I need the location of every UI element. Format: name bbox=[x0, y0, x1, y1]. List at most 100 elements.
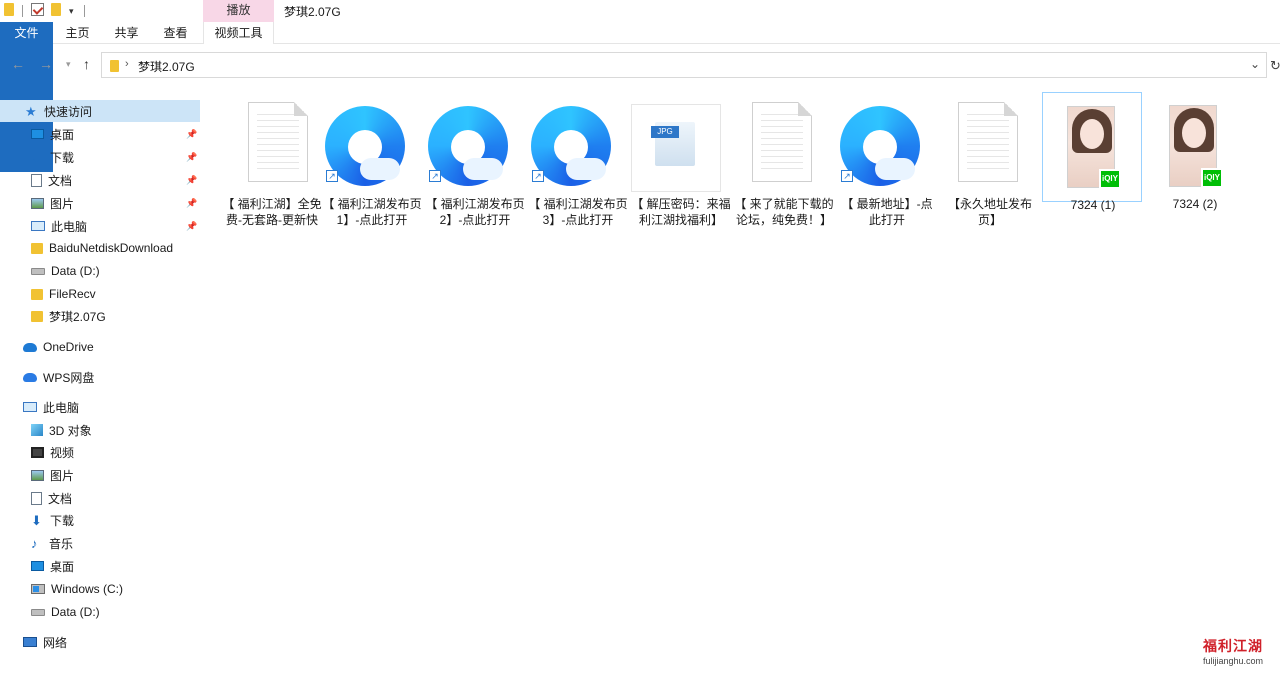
tab-video-tools[interactable]: 视频工具 bbox=[203, 22, 274, 44]
sidebar-item-label: BaiduNetdiskDownload bbox=[49, 241, 174, 255]
sidebar-item-label: 3D 对象 bbox=[49, 423, 92, 438]
document-icon bbox=[31, 173, 42, 187]
tab-view[interactable]: 查看 bbox=[151, 22, 200, 44]
address-bar[interactable]: › 梦琪2.07G ⌄ bbox=[101, 52, 1267, 78]
sidebar-item-pictures-pc[interactable]: 图片 bbox=[0, 464, 200, 486]
music-icon: ♪ bbox=[31, 535, 38, 551]
pin-icon[interactable]: 📌 bbox=[186, 129, 197, 140]
file-item[interactable]: 【 来了就能下载的论坛，纯免费！】 bbox=[734, 92, 834, 242]
video-thumbnail: iQIY bbox=[1043, 101, 1143, 189]
sidebar-item-documents-pc[interactable]: 文档 bbox=[0, 487, 200, 509]
separator bbox=[22, 3, 23, 19]
customize-quick-access-dropdown[interactable]: ▾ bbox=[69, 3, 74, 19]
computer-icon bbox=[23, 402, 37, 412]
chevron-right-icon[interactable]: › bbox=[125, 58, 129, 70]
drive-icon bbox=[31, 608, 45, 616]
file-name: 【 福利江湖发布页3】-点此打开 bbox=[528, 197, 628, 227]
file-item[interactable]: ↗ 【 福利江湖发布页2】-点此打开 bbox=[425, 92, 525, 242]
properties-icon[interactable] bbox=[31, 3, 44, 16]
file-item[interactable]: ↗ 【 福利江湖发布页1】-点此打开 bbox=[322, 92, 422, 242]
back-arrow-icon[interactable]: ← bbox=[11, 56, 25, 72]
sidebar-item-label: Data (D:) bbox=[51, 605, 100, 619]
title-bar: ▾ 播放 梦琪2.07G bbox=[0, 0, 1280, 22]
file-item[interactable]: ↗ 【 福利江湖发布页3】-点此打开 bbox=[528, 92, 628, 242]
sidebar-item-windows-c[interactable]: Windows (C:) bbox=[0, 578, 200, 600]
sidebar-item-quick-access[interactable]: ★ 快速访问 bbox=[0, 100, 200, 122]
sidebar-item-pictures[interactable]: 图片 📌 bbox=[0, 192, 200, 214]
file-item-selected[interactable]: iQIY 7324 (1) bbox=[1042, 92, 1143, 212]
recent-locations-chevron-icon[interactable]: ▾ bbox=[66, 59, 71, 70]
sidebar-item-this-pc[interactable]: 此电脑 bbox=[0, 396, 200, 418]
shortcut-arrow-icon: ↗ bbox=[429, 170, 441, 182]
file-item[interactable]: 【 福利江湖】全免费-无套路-更新快 bbox=[222, 92, 322, 242]
sidebar-item-documents[interactable]: 文档 📌 bbox=[0, 169, 200, 191]
up-arrow-icon[interactable]: ↑ bbox=[83, 56, 90, 72]
sidebar-item-network[interactable]: 网络 bbox=[0, 631, 200, 653]
file-name: 【 福利江湖发布页1】-点此打开 bbox=[322, 197, 422, 227]
file-item[interactable]: iQIY 7324 (2) bbox=[1145, 92, 1245, 242]
sidebar-item-onedrive[interactable]: OneDrive bbox=[0, 336, 200, 358]
sidebar-item-label: 下载 bbox=[50, 150, 75, 165]
onedrive-icon bbox=[23, 342, 37, 352]
forward-arrow-icon[interactable]: → bbox=[39, 56, 53, 72]
pin-icon[interactable]: 📌 bbox=[186, 221, 197, 232]
file-item[interactable]: 【永久地址发布页】 bbox=[940, 92, 1040, 242]
sidebar-item-label: 此电脑 bbox=[51, 219, 88, 234]
navigation-bar: ← → ▾ ↑ › 梦琪2.07G ⌄ bbox=[0, 50, 1280, 80]
browser-icon: ↗ bbox=[322, 100, 422, 188]
sidebar-item-wps-cloud[interactable]: WPS网盘 bbox=[0, 366, 200, 388]
video-thumbnail: iQIY bbox=[1145, 100, 1245, 188]
sidebar-item-videos[interactable]: 视频 bbox=[0, 441, 200, 463]
file-name: 【 福利江湖】全免费-无套路-更新快 bbox=[222, 197, 322, 227]
pictures-icon bbox=[31, 469, 44, 481]
download-icon: ⬇ bbox=[31, 149, 42, 165]
sidebar-item-baidunetdisk[interactable]: BaiduNetdiskDownload bbox=[0, 237, 200, 259]
windows-drive-icon bbox=[31, 584, 45, 594]
sidebar-item-label: 桌面 bbox=[50, 559, 75, 574]
star-icon: ★ bbox=[25, 103, 37, 119]
shortcut-arrow-icon: ↗ bbox=[326, 170, 338, 182]
sidebar-item-downloads[interactable]: ⬇ 下载 📌 bbox=[0, 146, 200, 168]
sidebar-item-label: 此电脑 bbox=[43, 400, 80, 415]
sidebar-item-data-d-pc[interactable]: Data (D:) bbox=[0, 601, 200, 623]
sidebar-item-label: 图片 bbox=[50, 468, 75, 483]
file-name: 【 解压密码：来福利江湖找福利】 bbox=[631, 197, 731, 227]
tab-home[interactable]: 主页 bbox=[53, 22, 102, 44]
file-item[interactable]: ↗ 【 最新地址】-点此打开 bbox=[837, 92, 937, 242]
sidebar-item-downloads-pc[interactable]: ⬇ 下载 bbox=[0, 509, 200, 531]
sidebar-item-data-d[interactable]: Data (D:) bbox=[0, 260, 200, 282]
wps-cloud-icon bbox=[23, 372, 37, 382]
folder-icon bbox=[31, 242, 43, 254]
sidebar-item-label: Data (D:) bbox=[51, 264, 100, 278]
sidebar-item-label: 图片 bbox=[50, 196, 75, 211]
chevron-down-icon[interactable]: ⌄ bbox=[1250, 57, 1260, 71]
sidebar-item-label: 视频 bbox=[50, 445, 75, 460]
sidebar-item-desktop[interactable]: 桌面 📌 bbox=[0, 123, 200, 145]
address-path[interactable]: 梦琪2.07G bbox=[138, 58, 195, 75]
document-icon bbox=[31, 491, 42, 505]
sidebar-item-label: 梦琪2.07G bbox=[49, 309, 106, 324]
context-tab-play[interactable]: 播放 bbox=[203, 0, 274, 22]
shortcut-arrow-icon: ↗ bbox=[532, 170, 544, 182]
pin-icon[interactable]: 📌 bbox=[186, 175, 197, 186]
refresh-icon[interactable]: ↻ bbox=[1270, 58, 1280, 74]
jpg-badge: JPG bbox=[651, 126, 679, 138]
window-title: 梦琪2.07G bbox=[284, 5, 341, 19]
tab-share[interactable]: 共享 bbox=[102, 22, 151, 44]
file-name: 【 来了就能下载的论坛，纯免费！】 bbox=[734, 197, 834, 227]
new-folder-icon[interactable] bbox=[51, 3, 61, 16]
drive-icon bbox=[31, 267, 45, 275]
pin-icon[interactable]: 📌 bbox=[186, 198, 197, 209]
sidebar-item-mengqi[interactable]: 梦琪2.07G bbox=[0, 305, 200, 327]
sidebar-item-music[interactable]: ♪ 音乐 bbox=[0, 532, 200, 554]
watermark-title: 福利江湖 bbox=[1203, 638, 1263, 654]
pin-icon[interactable]: 📌 bbox=[186, 152, 197, 163]
sidebar-item-this-pc-quick[interactable]: 此电脑 📌 bbox=[0, 215, 200, 237]
separator bbox=[84, 3, 85, 19]
text-file-icon bbox=[940, 100, 1040, 188]
file-item[interactable]: JPG 【 解压密码：来福利江湖找福利】 bbox=[631, 92, 731, 242]
sidebar-item-filerecv[interactable]: FileRecv bbox=[0, 283, 200, 305]
sidebar-item-desktop-pc[interactable]: 桌面 bbox=[0, 555, 200, 577]
computer-icon bbox=[31, 221, 45, 231]
sidebar-item-3d-objects[interactable]: 3D 对象 bbox=[0, 419, 200, 441]
